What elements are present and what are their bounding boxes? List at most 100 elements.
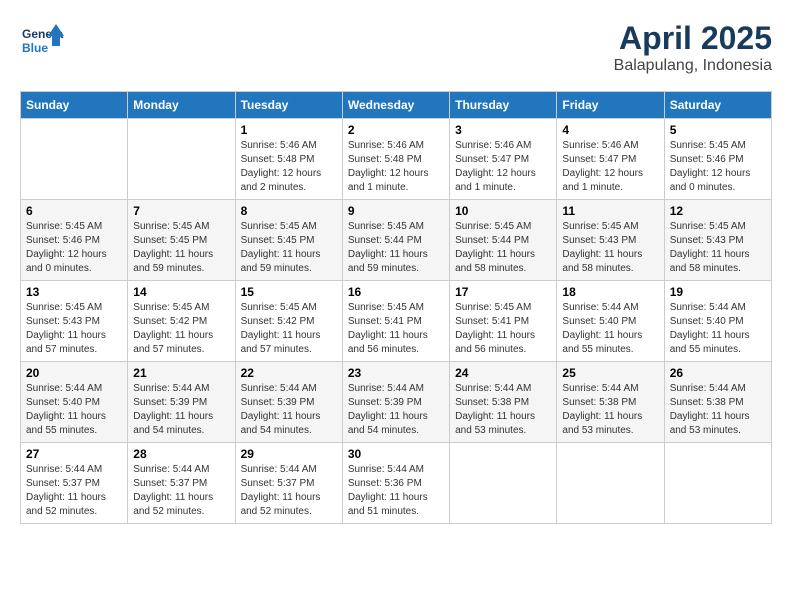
day-info: Sunrise: 5:44 AM Sunset: 5:38 PM Dayligh…	[455, 382, 551, 438]
day-info: Sunrise: 5:44 AM Sunset: 5:36 PM Dayligh…	[348, 463, 444, 519]
day-number: 10	[455, 204, 551, 218]
calendar-cell: 21 Sunrise: 5:44 AM Sunset: 5:39 PM Dayli…	[128, 362, 235, 443]
day-header-friday: Friday	[557, 92, 664, 119]
day-number: 21	[133, 366, 229, 380]
day-number: 26	[670, 366, 766, 380]
calendar-cell: 12 Sunrise: 5:45 AM Sunset: 5:43 PM Dayli…	[664, 200, 771, 281]
day-number: 19	[670, 285, 766, 299]
day-number: 2	[348, 123, 444, 137]
day-number: 15	[241, 285, 337, 299]
day-info: Sunrise: 5:44 AM Sunset: 5:39 PM Dayligh…	[348, 382, 444, 438]
header: General Blue April 2025 Balapulang, Indo…	[20, 20, 772, 75]
calendar-cell: 1Sunrise: 5:46 AM Sunset: 5:48 PM Daylig…	[235, 119, 342, 200]
calendar-cell: 16Sunrise: 5:45 AM Sunset: 5:41 PM Dayli…	[342, 281, 449, 362]
day-header-tuesday: Tuesday	[235, 92, 342, 119]
day-number: 20	[26, 366, 122, 380]
day-info: Sunrise: 5:45 AM Sunset: 5:44 PM Dayligh…	[455, 220, 551, 276]
day-header-thursday: Thursday	[450, 92, 557, 119]
calendar-cell: 13 Sunrise: 5:45 AM Sunset: 5:43 PM Dayli…	[21, 281, 128, 362]
day-info: Sunrise: 5:44 AM Sunset: 5:38 PM Dayligh…	[562, 382, 658, 438]
calendar-cell: 26 Sunrise: 5:44 AM Sunset: 5:38 PM Dayli…	[664, 362, 771, 443]
calendar-cell: 20 Sunrise: 5:44 AM Sunset: 5:40 PM Dayli…	[21, 362, 128, 443]
day-info: Sunrise: 5:45 AM Sunset: 5:46 PM Dayligh…	[26, 220, 122, 276]
day-info: Sunrise: 5:45 AM Sunset: 5:45 PM Dayligh…	[133, 220, 229, 276]
calendar-cell	[557, 443, 664, 524]
day-number: 27	[26, 447, 122, 461]
day-number: 4	[562, 123, 658, 137]
day-info: Sunrise: 5:44 AM Sunset: 5:38 PM Dayligh…	[670, 382, 766, 438]
day-header-sunday: Sunday	[21, 92, 128, 119]
day-number: 7	[133, 204, 229, 218]
calendar-cell: 11 Sunrise: 5:45 AM Sunset: 5:43 PM Dayli…	[557, 200, 664, 281]
day-info: Sunrise: 5:45 AM Sunset: 5:45 PM Dayligh…	[241, 220, 337, 276]
day-info: Sunrise: 5:45 AM Sunset: 5:42 PM Dayligh…	[133, 301, 229, 357]
day-number: 6	[26, 204, 122, 218]
day-info: Sunrise: 5:45 AM Sunset: 5:43 PM Dayligh…	[562, 220, 658, 276]
calendar-cell	[450, 443, 557, 524]
day-number: 24	[455, 366, 551, 380]
calendar-cell: 23 Sunrise: 5:44 AM Sunset: 5:39 PM Dayli…	[342, 362, 449, 443]
calendar-cell: 29 Sunrise: 5:44 AM Sunset: 5:37 PM Dayli…	[235, 443, 342, 524]
day-info: Sunrise: 5:46 AM Sunset: 5:48 PM Dayligh…	[241, 139, 337, 195]
calendar-cell	[21, 119, 128, 200]
calendar-cell: 6 Sunrise: 5:45 AM Sunset: 5:46 PM Daylig…	[21, 200, 128, 281]
calendar-cell: 7 Sunrise: 5:45 AM Sunset: 5:45 PM Daylig…	[128, 200, 235, 281]
calendar-cell: 19 Sunrise: 5:44 AM Sunset: 5:40 PM Dayli…	[664, 281, 771, 362]
day-number: 18	[562, 285, 658, 299]
day-info: Sunrise: 5:44 AM Sunset: 5:37 PM Dayligh…	[26, 463, 122, 519]
title-area: April 2025 Balapulang, Indonesia	[614, 20, 772, 75]
calendar-cell: 25 Sunrise: 5:44 AM Sunset: 5:38 PM Dayli…	[557, 362, 664, 443]
day-number: 23	[348, 366, 444, 380]
day-number: 8	[241, 204, 337, 218]
calendar-cell: 30 Sunrise: 5:44 AM Sunset: 5:36 PM Dayli…	[342, 443, 449, 524]
day-info: Sunrise: 5:44 AM Sunset: 5:39 PM Dayligh…	[133, 382, 229, 438]
day-number: 29	[241, 447, 337, 461]
calendar-cell: 3 Sunrise: 5:46 AM Sunset: 5:47 PM Daylig…	[450, 119, 557, 200]
day-number: 28	[133, 447, 229, 461]
day-info: Sunrise: 5:45 AM Sunset: 5:46 PM Dayligh…	[670, 139, 766, 195]
day-info: Sunrise: 5:45 AM Sunset: 5:41 PM Dayligh…	[455, 301, 551, 357]
day-info: Sunrise: 5:44 AM Sunset: 5:39 PM Dayligh…	[241, 382, 337, 438]
day-info: Sunrise: 5:46 AM Sunset: 5:47 PM Dayligh…	[562, 139, 658, 195]
day-info: Sunrise: 5:44 AM Sunset: 5:40 PM Dayligh…	[562, 301, 658, 357]
calendar-cell: 10 Sunrise: 5:45 AM Sunset: 5:44 PM Dayli…	[450, 200, 557, 281]
day-info: Sunrise: 5:46 AM Sunset: 5:47 PM Dayligh…	[455, 139, 551, 195]
calendar-cell: 9Sunrise: 5:45 AM Sunset: 5:44 PM Daylig…	[342, 200, 449, 281]
day-info: Sunrise: 5:44 AM Sunset: 5:37 PM Dayligh…	[241, 463, 337, 519]
calendar-cell: 14 Sunrise: 5:45 AM Sunset: 5:42 PM Dayli…	[128, 281, 235, 362]
day-info: Sunrise: 5:46 AM Sunset: 5:48 PM Dayligh…	[348, 139, 444, 195]
day-number: 3	[455, 123, 551, 137]
day-info: Sunrise: 5:45 AM Sunset: 5:42 PM Dayligh…	[241, 301, 337, 357]
calendar-cell: 15 Sunrise: 5:45 AM Sunset: 5:42 PM Dayli…	[235, 281, 342, 362]
day-info: Sunrise: 5:45 AM Sunset: 5:41 PM Dayligh…	[348, 301, 444, 357]
day-header-wednesday: Wednesday	[342, 92, 449, 119]
day-number: 13	[26, 285, 122, 299]
day-info: Sunrise: 5:44 AM Sunset: 5:40 PM Dayligh…	[26, 382, 122, 438]
logo: General Blue	[20, 20, 64, 64]
calendar-cell: 5 Sunrise: 5:45 AM Sunset: 5:46 PM Daylig…	[664, 119, 771, 200]
day-number: 12	[670, 204, 766, 218]
calendar-table: SundayMondayTuesdayWednesdayThursdayFrid…	[20, 91, 772, 524]
day-number: 9	[348, 204, 444, 218]
day-number: 5	[670, 123, 766, 137]
day-number: 11	[562, 204, 658, 218]
calendar-cell: 18 Sunrise: 5:44 AM Sunset: 5:40 PM Dayli…	[557, 281, 664, 362]
calendar-cell: 8 Sunrise: 5:45 AM Sunset: 5:45 PM Daylig…	[235, 200, 342, 281]
day-header-monday: Monday	[128, 92, 235, 119]
day-number: 14	[133, 285, 229, 299]
day-number: 25	[562, 366, 658, 380]
day-info: Sunrise: 5:45 AM Sunset: 5:43 PM Dayligh…	[26, 301, 122, 357]
day-info: Sunrise: 5:44 AM Sunset: 5:40 PM Dayligh…	[670, 301, 766, 357]
day-info: Sunrise: 5:45 AM Sunset: 5:43 PM Dayligh…	[670, 220, 766, 276]
logo-svg: General Blue	[20, 20, 64, 64]
calendar-cell: 2 Sunrise: 5:46 AM Sunset: 5:48 PM Daylig…	[342, 119, 449, 200]
day-number: 17	[455, 285, 551, 299]
day-number: 30	[348, 447, 444, 461]
month-title: April 2025	[614, 20, 772, 57]
location-title: Balapulang, Indonesia	[614, 57, 772, 75]
day-header-saturday: Saturday	[664, 92, 771, 119]
calendar-cell: 17 Sunrise: 5:45 AM Sunset: 5:41 PM Dayli…	[450, 281, 557, 362]
calendar-cell	[664, 443, 771, 524]
calendar-cell: 28Sunrise: 5:44 AM Sunset: 5:37 PM Dayli…	[128, 443, 235, 524]
calendar-cell	[128, 119, 235, 200]
